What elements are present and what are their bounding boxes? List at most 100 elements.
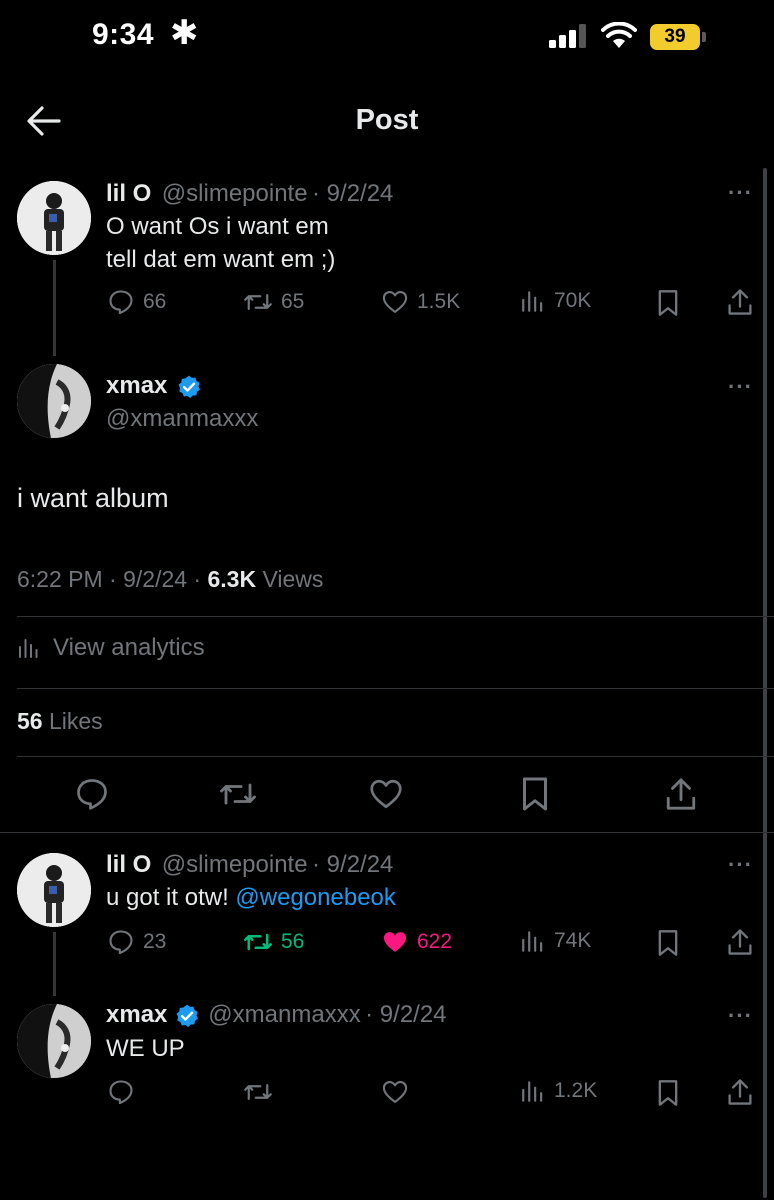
repost-button[interactable]: 56 xyxy=(243,928,304,956)
repost-count: 65 xyxy=(281,290,305,313)
reply-tweet-text: WE UP xyxy=(106,1035,185,1062)
status-time: 9:34 xyxy=(92,18,155,51)
views-count: 1.2K xyxy=(554,1079,598,1102)
tweet-date: · 9/2/24 xyxy=(365,1001,447,1028)
heart-filled-icon xyxy=(383,932,407,952)
like-button[interactable]: 622 xyxy=(381,928,452,956)
divider xyxy=(17,688,774,689)
verified-badge-icon xyxy=(178,375,200,398)
thread-connector xyxy=(53,932,56,996)
main-tweet-text: i want album xyxy=(17,483,169,513)
avatar-lil-o[interactable] xyxy=(17,853,91,927)
author-handle[interactable]: @slimepointe xyxy=(162,851,308,878)
reply-tweet-text: u got it otw! @wegonebeok xyxy=(106,881,396,915)
reply-text: u got it otw! xyxy=(106,884,229,911)
like-button[interactable]: 1.5K xyxy=(381,288,460,316)
tweet-date: · 9/2/24 xyxy=(312,851,394,878)
analytics-icon xyxy=(19,639,38,658)
like-button[interactable] xyxy=(381,1078,409,1106)
like-count: 622 xyxy=(417,930,453,953)
bookmark-icon xyxy=(523,777,547,811)
repost-icon xyxy=(244,1083,272,1101)
avatar-xmax[interactable] xyxy=(17,1004,91,1078)
reply-tweet-header: lil O @slimepointe · 9/2/24 xyxy=(106,851,393,879)
analytics-icon xyxy=(522,1081,543,1102)
heart-icon xyxy=(382,291,408,313)
scrollbar[interactable] xyxy=(763,168,767,1198)
repost-icon xyxy=(244,293,272,311)
view-analytics-label: View analytics xyxy=(53,634,205,661)
bluetooth-star-icon: ✱ xyxy=(170,14,199,52)
views-count: 6.3K xyxy=(207,566,257,592)
cellular-signal-icon xyxy=(549,24,589,48)
reply-icon xyxy=(109,930,133,955)
view-analytics-link[interactable]: View analytics xyxy=(17,634,205,662)
reply-button[interactable]: 66 xyxy=(107,288,166,316)
repost-icon xyxy=(220,783,256,805)
avatar-xmax[interactable] xyxy=(17,364,91,438)
repost-button[interactable]: 65 xyxy=(243,288,304,316)
parent-tweet-line2: tell dat em want em ;) xyxy=(106,246,336,273)
views-count: 74K xyxy=(554,929,592,952)
bookmark-icon[interactable] xyxy=(656,929,680,957)
thread-connector xyxy=(53,260,56,356)
repost-button[interactable] xyxy=(243,1078,273,1106)
tweet-timestamp-row: 6:22 PM · 9/2/24 · 6.3K Views xyxy=(17,566,323,593)
share-icon[interactable] xyxy=(726,927,754,957)
divider xyxy=(0,832,774,833)
divider xyxy=(17,616,774,617)
bookmark-icon[interactable] xyxy=(656,1079,680,1107)
verified-badge-icon xyxy=(176,1004,198,1027)
likes-summary[interactable]: 56 Likes xyxy=(17,708,103,735)
reply-count: 23 xyxy=(143,930,167,953)
battery-nub xyxy=(702,32,706,42)
battery-indicator: 39 xyxy=(650,24,700,50)
share-icon[interactable] xyxy=(726,287,754,317)
parent-tweet-line1: O want Os i want em xyxy=(106,213,329,240)
reply-count: 66 xyxy=(143,290,167,313)
bookmark-icon[interactable] xyxy=(656,289,680,317)
views-label: Views xyxy=(262,566,324,592)
author-name[interactable]: lil O xyxy=(106,180,151,207)
more-options-icon[interactable]: ··· xyxy=(728,1003,753,1029)
author-handle[interactable]: @xmanmaxxx xyxy=(106,405,258,433)
analytics-icon xyxy=(522,291,543,312)
tweet-date: · 9/2/24 xyxy=(312,180,394,207)
like-count: 1.5K xyxy=(417,290,461,313)
reply-icon xyxy=(109,1080,133,1105)
author-handle[interactable]: @slimepointe xyxy=(162,180,308,207)
reply-tweet-header: xmax @xmanmaxxx · 9/2/24 xyxy=(106,1001,447,1029)
share-icon[interactable] xyxy=(726,1077,754,1107)
author-name[interactable]: lil O xyxy=(106,851,151,878)
reply-button[interactable] xyxy=(107,1078,135,1106)
reply-icon xyxy=(77,779,107,810)
heart-icon xyxy=(382,1081,408,1103)
likes-count: 56 xyxy=(17,708,43,734)
mention-link[interactable]: @wegonebeok xyxy=(235,884,395,911)
author-name[interactable]: xmax xyxy=(106,372,167,399)
more-options-icon[interactable]: ··· xyxy=(728,852,753,878)
author-handle[interactable]: @xmanmaxxx xyxy=(208,1001,360,1028)
like-button[interactable] xyxy=(368,776,404,812)
bookmark-button[interactable] xyxy=(519,776,551,812)
repost-button[interactable] xyxy=(218,776,258,812)
share-button[interactable] xyxy=(664,775,698,813)
heart-icon xyxy=(370,779,402,809)
avatar-lil-o[interactable] xyxy=(17,181,91,255)
share-icon xyxy=(666,778,696,810)
views-count: 70K xyxy=(554,289,592,312)
views-button[interactable]: 74K xyxy=(520,928,591,954)
repost-icon xyxy=(244,933,272,951)
tweet-timestamp[interactable]: 6:22 PM · 9/2/24 · xyxy=(17,566,201,592)
author-name[interactable]: xmax xyxy=(106,1001,167,1028)
reply-button[interactable] xyxy=(74,776,110,812)
reply-icon xyxy=(109,290,133,315)
more-options-icon[interactable]: ··· xyxy=(728,180,753,206)
more-options-icon[interactable]: ··· xyxy=(728,374,753,400)
reply-button[interactable]: 23 xyxy=(107,928,166,956)
main-tweet-author-row: xmax xyxy=(106,372,202,400)
parent-tweet-header: lil O @slimepointe · 9/2/24 xyxy=(106,180,393,208)
views-button[interactable]: 70K xyxy=(520,288,591,314)
likes-label: Likes xyxy=(48,708,103,734)
views-button[interactable]: 1.2K xyxy=(520,1078,597,1104)
